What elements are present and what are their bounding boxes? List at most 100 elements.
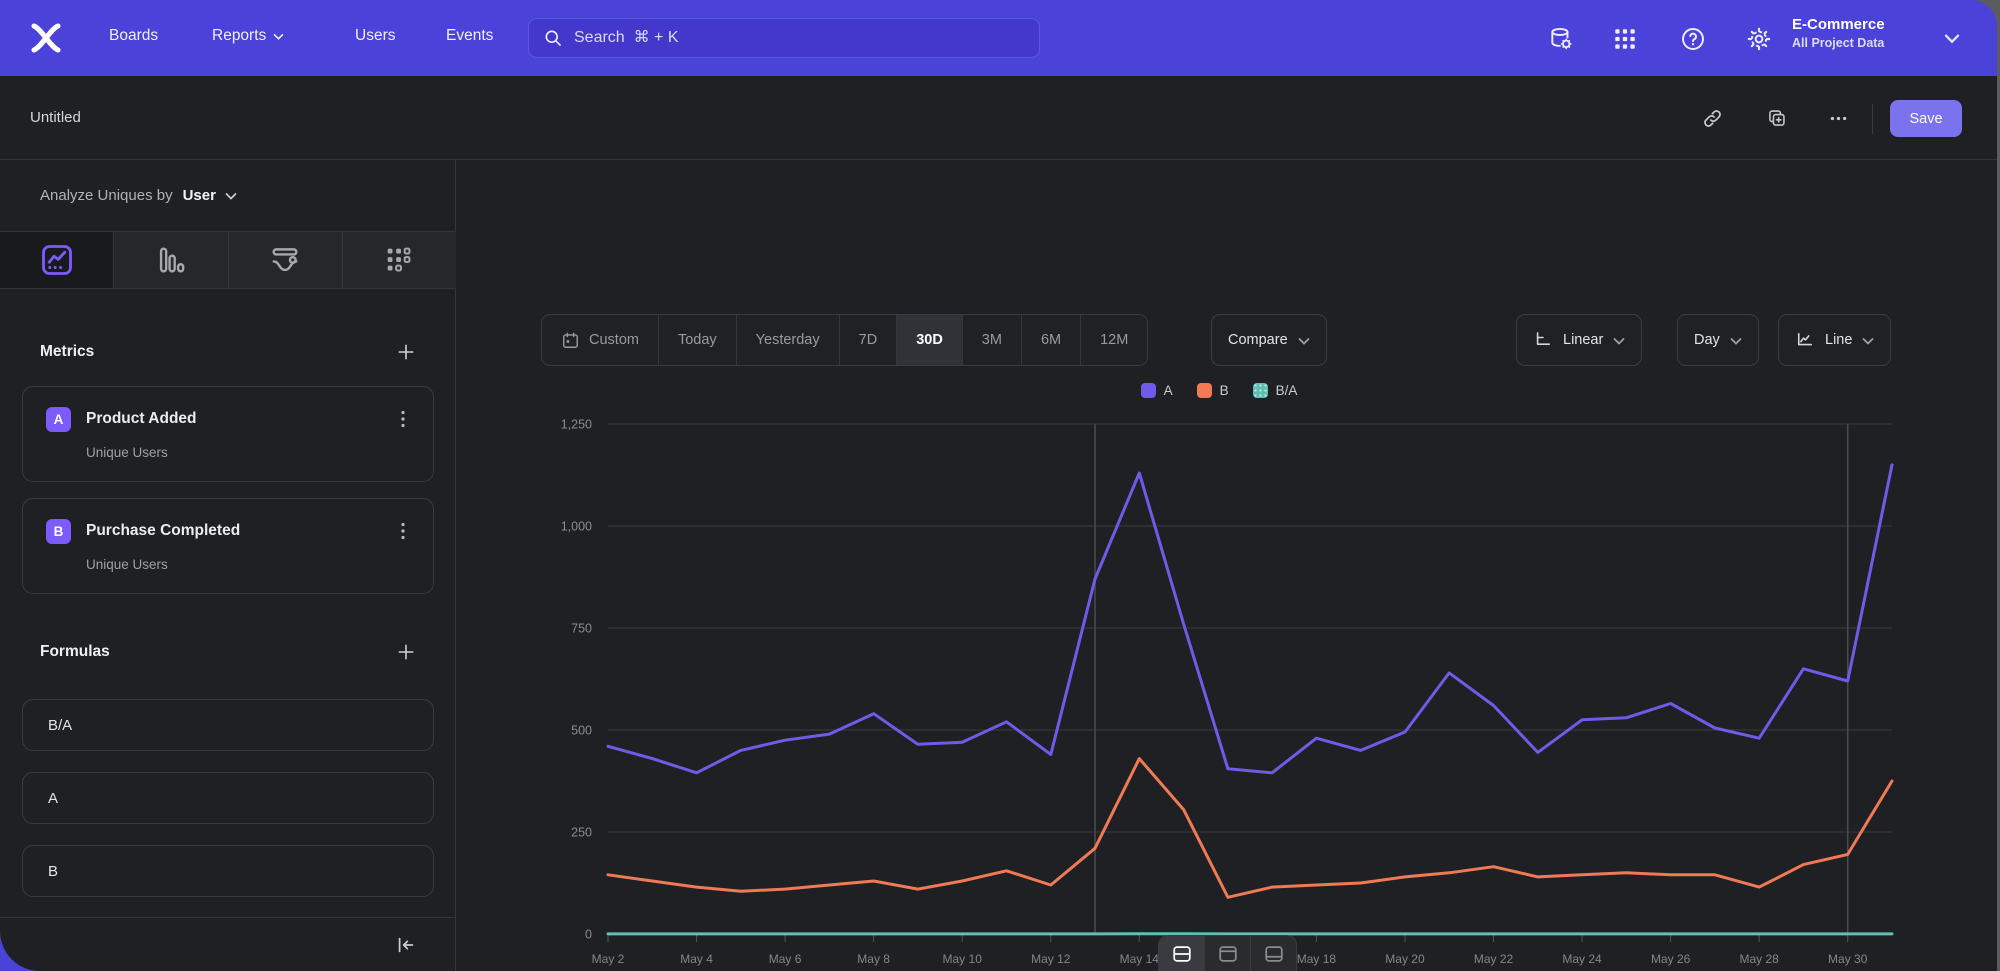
metrics-title: Metrics	[40, 343, 94, 361]
svg-text:May 24: May 24	[1562, 952, 1602, 966]
nav-item-label: Reports	[212, 27, 266, 45]
line-chart-icon	[1795, 330, 1815, 350]
compare-label: Compare	[1228, 332, 1288, 348]
metric-card-a[interactable]: A Product Added Unique Users	[22, 386, 434, 482]
range-label: Today	[678, 332, 717, 348]
svg-text:May 14: May 14	[1120, 952, 1160, 966]
analyze-uniques-selector[interactable]: Analyze Uniques by User	[0, 160, 456, 232]
svg-text:May 12: May 12	[1031, 952, 1071, 966]
formula-label: A	[48, 790, 58, 807]
line-chart-tab-icon	[39, 242, 75, 278]
nav-item-label: Boards	[109, 27, 158, 45]
query-sidebar: Analyze Uniques by User	[0, 160, 456, 971]
metric-badge: A	[46, 407, 71, 432]
svg-text:1,000: 1,000	[561, 520, 592, 534]
range-3m[interactable]: 3M	[963, 315, 1022, 365]
interval-button[interactable]: Day	[1677, 314, 1759, 366]
formula-card[interactable]: B	[22, 845, 434, 897]
retention-tab-icon	[382, 243, 416, 277]
legend-item-b[interactable]: B	[1197, 383, 1229, 398]
layout-bottom-icon	[1263, 943, 1285, 965]
layout-table-button[interactable]	[1251, 936, 1296, 971]
more-options-icon[interactable]	[1828, 108, 1849, 129]
copy-link-icon[interactable]	[1702, 108, 1723, 129]
divider	[1872, 104, 1873, 134]
chart-type-button[interactable]: Line	[1778, 314, 1891, 366]
svg-text:May 22: May 22	[1474, 952, 1514, 966]
apps-grid-icon[interactable]	[1612, 26, 1638, 52]
layout-split-button[interactable]	[1159, 936, 1205, 971]
range-label: Yesterday	[756, 332, 820, 348]
nav-item-reports[interactable]: Reports	[212, 27, 284, 45]
analyze-label: Analyze Uniques by	[40, 187, 173, 204]
legend-item-a[interactable]: A	[1141, 383, 1173, 398]
range-today[interactable]: Today	[659, 315, 737, 365]
formula-card[interactable]: B/A	[22, 699, 434, 751]
range-6m[interactable]: 6M	[1022, 315, 1081, 365]
legend-swatch-a	[1141, 383, 1156, 398]
formulas-section-header: Formulas	[40, 642, 416, 662]
metric-measure[interactable]: Unique Users	[86, 557, 168, 572]
scale-label: Linear	[1563, 332, 1603, 348]
nav-item-events[interactable]: Events	[446, 27, 493, 45]
svg-text:May 4: May 4	[680, 952, 713, 966]
chevron-down-icon	[1730, 337, 1742, 346]
range-yesterday[interactable]: Yesterday	[737, 315, 840, 365]
range-12m[interactable]: 12M	[1081, 315, 1147, 365]
tab-bar-chart[interactable]	[114, 232, 228, 288]
duplicate-icon[interactable]	[1766, 108, 1787, 129]
kebab-menu-icon[interactable]	[395, 521, 411, 541]
tab-insights[interactable]	[0, 232, 114, 288]
tab-flows[interactable]	[229, 232, 343, 288]
nav-item-users[interactable]: Users	[355, 27, 395, 45]
add-formula-icon[interactable]	[396, 642, 416, 662]
bar-chart-tab-icon	[154, 243, 188, 277]
interval-label: Day	[1694, 332, 1720, 348]
project-scope: All Project Data	[1792, 36, 1885, 50]
svg-text:750: 750	[571, 622, 592, 636]
layout-chart-button[interactable]	[1205, 936, 1251, 971]
app-window: Boards Reports Users Events	[0, 0, 1997, 971]
range-label: 12M	[1100, 332, 1128, 348]
range-label: Custom	[589, 332, 639, 348]
legend-item-ba[interactable]: B/A	[1253, 383, 1298, 398]
mixpanel-logo[interactable]	[28, 20, 64, 56]
search-input[interactable]	[574, 29, 994, 47]
scale-button[interactable]: Linear	[1516, 314, 1642, 366]
search-bar[interactable]	[528, 18, 1040, 58]
svg-text:May 18: May 18	[1297, 952, 1337, 966]
metric-measure[interactable]: Unique Users	[86, 445, 168, 460]
compare-button[interactable]: Compare	[1211, 314, 1327, 366]
visualization-tabs	[0, 232, 456, 289]
save-button[interactable]: Save	[1890, 100, 1962, 137]
formula-card[interactable]: A	[22, 772, 434, 824]
chevron-down-icon[interactable]	[1944, 31, 1960, 47]
nav-item-boards[interactable]: Boards	[109, 27, 158, 45]
line-chart[interactable]: 02505007501,0001,25011May 2May 4May 6May…	[540, 411, 1960, 971]
legend-label: B/A	[1276, 383, 1298, 398]
metric-card-b[interactable]: B Purchase Completed Unique Users	[22, 498, 434, 594]
settings-icon[interactable]	[1746, 26, 1772, 52]
collapse-sidebar-icon[interactable]	[395, 934, 417, 956]
project-switcher[interactable]: E-Commerce All Project Data	[1792, 16, 1885, 50]
kebab-menu-icon[interactable]	[395, 409, 411, 429]
chevron-down-icon	[1613, 337, 1625, 346]
line-chart-svg[interactable]: 02505007501,0001,25011May 2May 4May 6May…	[540, 411, 1960, 971]
range-custom[interactable]: Custom	[542, 315, 659, 365]
range-label: 6M	[1041, 332, 1061, 348]
range-7d[interactable]: 7D	[840, 315, 898, 365]
svg-text:0: 0	[585, 928, 592, 942]
formula-label: B/A	[48, 717, 72, 734]
calendar-icon	[561, 331, 580, 350]
metric-badge: B	[46, 519, 71, 544]
metrics-section-header: Metrics	[40, 342, 416, 362]
legend-swatch-ba	[1253, 383, 1268, 398]
add-metric-icon[interactable]	[396, 342, 416, 362]
search-icon	[543, 28, 563, 48]
data-management-icon[interactable]	[1548, 26, 1574, 52]
help-icon[interactable]	[1680, 26, 1706, 52]
svg-text:May 8: May 8	[857, 952, 890, 966]
report-title[interactable]: Untitled	[30, 109, 81, 126]
range-30d[interactable]: 30D	[897, 315, 963, 365]
tab-retention[interactable]	[343, 232, 456, 288]
